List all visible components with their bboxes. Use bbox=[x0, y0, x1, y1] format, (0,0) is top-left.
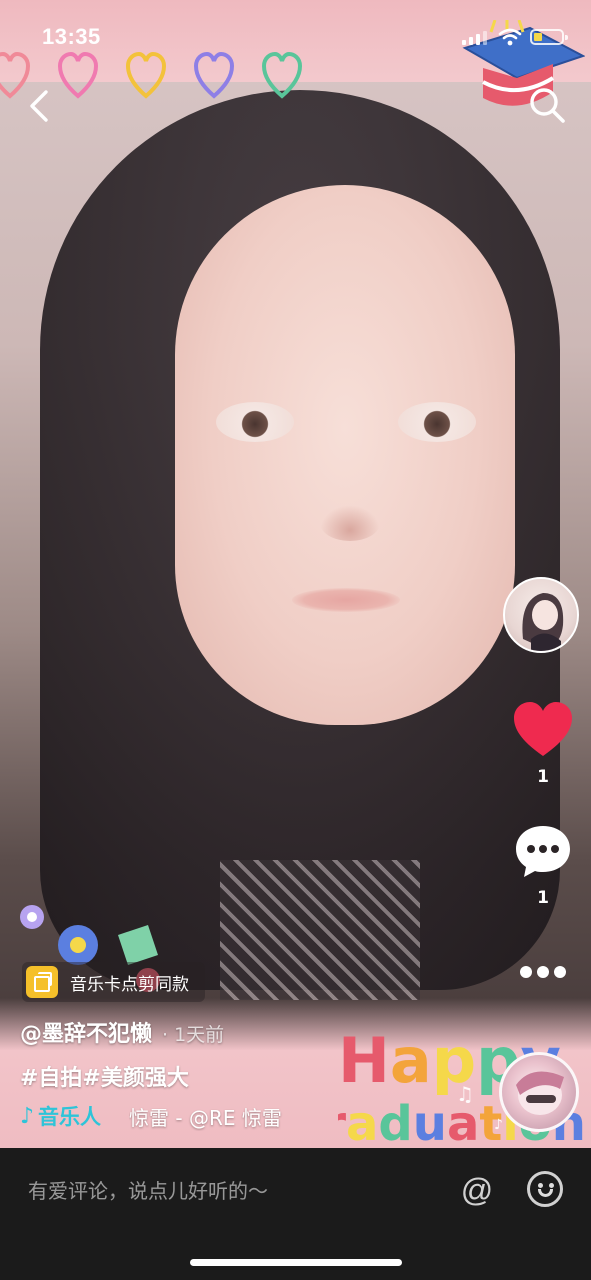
like-count: 1 bbox=[537, 767, 549, 787]
status-time: 13:35 bbox=[42, 24, 101, 49]
avatar-illustration-icon bbox=[522, 593, 564, 651]
music-song-marquee[interactable]: 惊雷 - @RE 惊雷 bbox=[129, 1102, 309, 1131]
music-note-small-icon: ♪ bbox=[494, 1117, 503, 1133]
battery-icon bbox=[530, 29, 568, 45]
music-disc[interactable] bbox=[499, 1052, 579, 1132]
signal-icon bbox=[462, 31, 487, 45]
at-mention-button[interactable]: @ bbox=[457, 1170, 497, 1210]
more-options-icon[interactable] bbox=[518, 958, 568, 986]
video-face bbox=[175, 185, 515, 725]
video-eye-right bbox=[398, 402, 476, 442]
author-avatar[interactable] bbox=[503, 577, 579, 653]
comment-icon[interactable] bbox=[513, 823, 573, 879]
author-name[interactable]: @墨辞不犯懒 bbox=[20, 1016, 152, 1048]
music-note-icon: ♫ bbox=[456, 1082, 474, 1106]
comment-input[interactable] bbox=[28, 1174, 428, 1208]
author-row: @墨辞不犯懒 · 1天前 bbox=[20, 1016, 224, 1048]
posted-time: · 1天前 bbox=[162, 1024, 225, 1046]
template-copy-icon bbox=[26, 966, 58, 998]
emoji-icon[interactable] bbox=[527, 1171, 563, 1207]
post-caption[interactable]: #自拍#美颜强大 bbox=[20, 1060, 189, 1092]
template-label: 音乐卡点剪同款 bbox=[70, 974, 189, 995]
music-row[interactable]: ♪ 音乐人 惊雷 - @RE 惊雷 bbox=[20, 1101, 309, 1131]
music-disc-cover-icon bbox=[516, 1071, 564, 1115]
template-button[interactable]: 音乐卡点剪同款 bbox=[22, 962, 205, 1002]
comment-bar: @ bbox=[0, 1148, 591, 1280]
wifi-icon bbox=[498, 28, 522, 46]
video-nose bbox=[320, 505, 380, 541]
video-eye-left bbox=[216, 402, 294, 442]
music-note-tag-icon: ♪ bbox=[20, 1103, 35, 1129]
search-icon[interactable] bbox=[526, 84, 568, 126]
status-bar: 13:35 bbox=[0, 0, 591, 70]
comment-count: 1 bbox=[537, 888, 549, 908]
chevron-left-icon[interactable] bbox=[22, 86, 58, 126]
heart-icon[interactable] bbox=[512, 700, 574, 762]
video-shirt bbox=[220, 860, 420, 1000]
music-tag[interactable]: 音乐人 bbox=[38, 1101, 101, 1131]
video-mouth bbox=[292, 588, 400, 612]
home-indicator[interactable] bbox=[190, 1259, 402, 1266]
